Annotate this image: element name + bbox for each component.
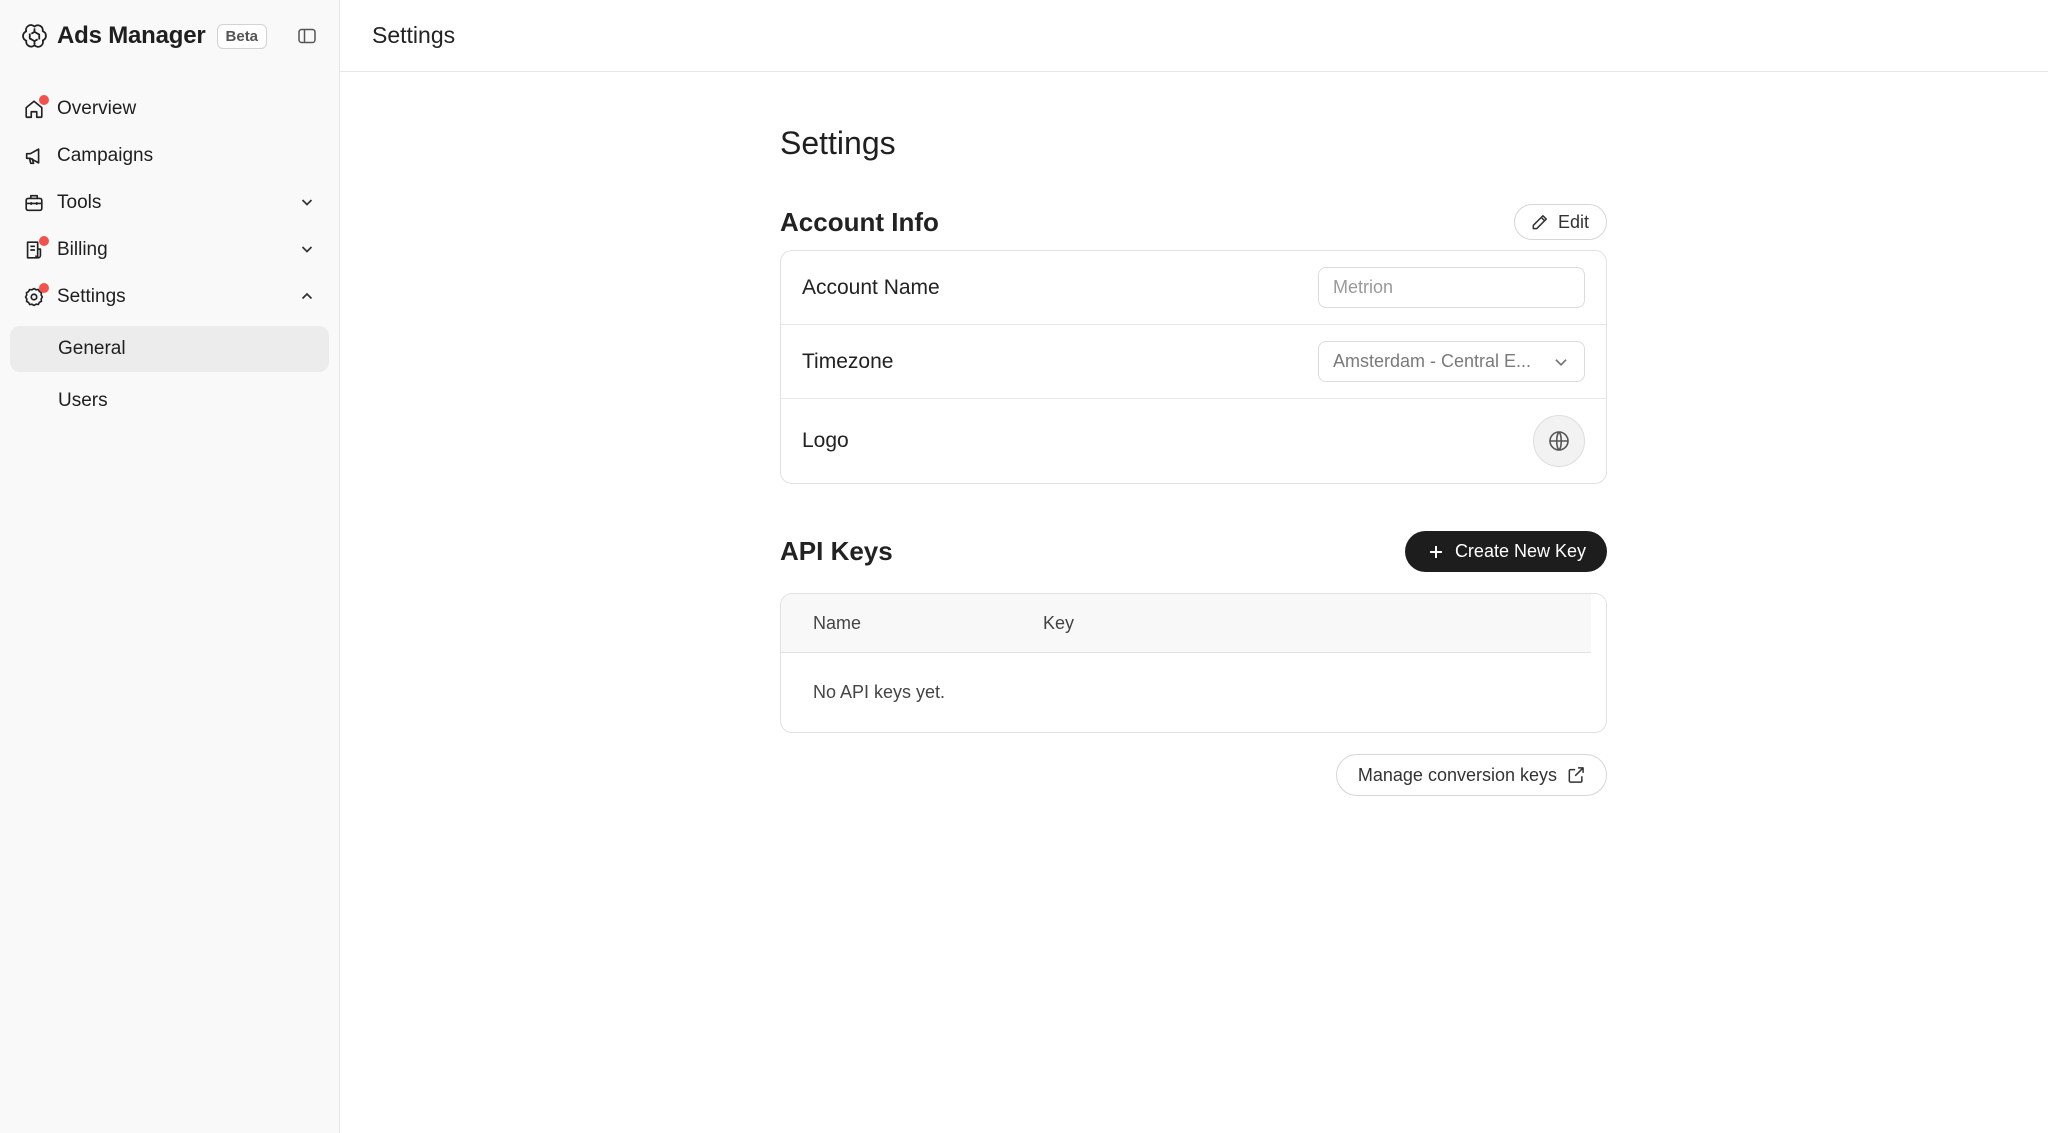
empty-state-text: No API keys yet. [813, 682, 946, 702]
sidebar-item-label: Overview [57, 97, 137, 119]
gear-icon [22, 282, 49, 309]
sidebar-item-campaigns[interactable]: Campaigns [0, 132, 340, 179]
chevron-down-icon [1552, 353, 1570, 371]
logo-label: Logo [802, 429, 849, 452]
timezone-row: Timezone Amsterdam - Central E... [781, 325, 1606, 399]
openai-logo-icon [20, 22, 48, 50]
sidebar-item-label: Settings [57, 285, 126, 307]
account-info-header: Account Info Edit [780, 204, 1607, 240]
api-keys-header: API Keys Create New Key [780, 531, 1607, 572]
page-title: Settings [780, 125, 896, 161]
logo-row: Logo [781, 399, 1606, 483]
external-link-icon [1566, 765, 1586, 785]
megaphone-icon [22, 144, 46, 168]
create-new-key-button[interactable]: Create New Key [1404, 531, 1607, 572]
sidebar-item-settings[interactable]: Settings [0, 273, 340, 320]
globe-icon [1547, 429, 1571, 453]
notification-dot [39, 94, 49, 105]
header-title: Settings [372, 22, 456, 48]
logo-upload-button[interactable] [1533, 415, 1585, 467]
account-name-row: Account Name [781, 251, 1606, 325]
chevron-up-icon[interactable] [296, 285, 318, 307]
sidebar-subitem-users[interactable]: Users [10, 378, 329, 424]
plus-icon [1427, 543, 1445, 561]
manage-conversion-keys-label: Manage conversion keys [1357, 764, 1557, 785]
brand[interactable]: Ads Manager Beta [20, 20, 268, 52]
sidebar-item-label: Campaigns [57, 144, 154, 166]
column-header-key: Key [1043, 612, 1075, 633]
chevron-down-icon[interactable] [296, 191, 318, 213]
notification-dot [39, 235, 49, 246]
sidebar-item-tools[interactable]: Tools [0, 179, 340, 226]
sidebar-item-label: Tools [57, 191, 102, 213]
api-keys-title: API Keys [780, 536, 893, 566]
sidebar-subitem-general[interactable]: General [10, 326, 329, 372]
chevron-down-icon[interactable] [296, 238, 318, 260]
receipt-icon [22, 235, 49, 262]
notification-dot [39, 282, 49, 293]
timezone-select[interactable]: Amsterdam - Central E... [1318, 341, 1585, 382]
create-new-key-label: Create New Key [1454, 541, 1586, 561]
sidebar-item-overview[interactable]: Overview [0, 85, 340, 132]
sidebar-item-billing[interactable]: Billing [0, 226, 340, 273]
edit-button[interactable]: Edit [1513, 204, 1607, 240]
home-icon [22, 94, 49, 121]
column-header-name: Name [813, 612, 862, 633]
sidebar: Ads Manager Beta Overview Campaigns Tool… [0, 0, 340, 1133]
account-info-title: Account Info [780, 206, 939, 237]
timezone-value: Amsterdam - Central E... [1333, 351, 1532, 371]
table-header: Name Key [781, 594, 1591, 653]
sidebar-nav: Overview Campaigns Tools Billing Setting… [0, 85, 340, 430]
manage-conversion-keys-button[interactable]: Manage conversion keys [1335, 754, 1607, 796]
beta-badge: Beta [216, 23, 268, 49]
top-bar: Settings [340, 0, 2048, 72]
account-info-card: Account Name Timezone Amsterdam - Centra… [780, 250, 1607, 484]
pencil-icon [1530, 212, 1550, 232]
app-root: Ads Manager Beta Overview Campaigns Tool… [0, 0, 2048, 1133]
manage-row: Manage conversion keys [780, 754, 1607, 796]
edit-label: Edit [1557, 211, 1589, 232]
settings-content: Settings Account Info Edit Account Name [780, 125, 1607, 796]
account-name-label: Account Name [802, 275, 940, 299]
sidebar-item-label: Billing [57, 238, 108, 260]
main-area: Settings Settings Account Info Edit Acco… [340, 0, 2048, 1133]
sidebar-toggle-icon[interactable] [296, 25, 318, 47]
brand-name: Ads Manager [57, 22, 206, 49]
toolbox-icon [22, 191, 46, 215]
timezone-label: Timezone [802, 349, 894, 373]
api-keys-table: Name Key No API keys yet. [780, 593, 1607, 733]
account-name-input[interactable] [1318, 267, 1585, 308]
